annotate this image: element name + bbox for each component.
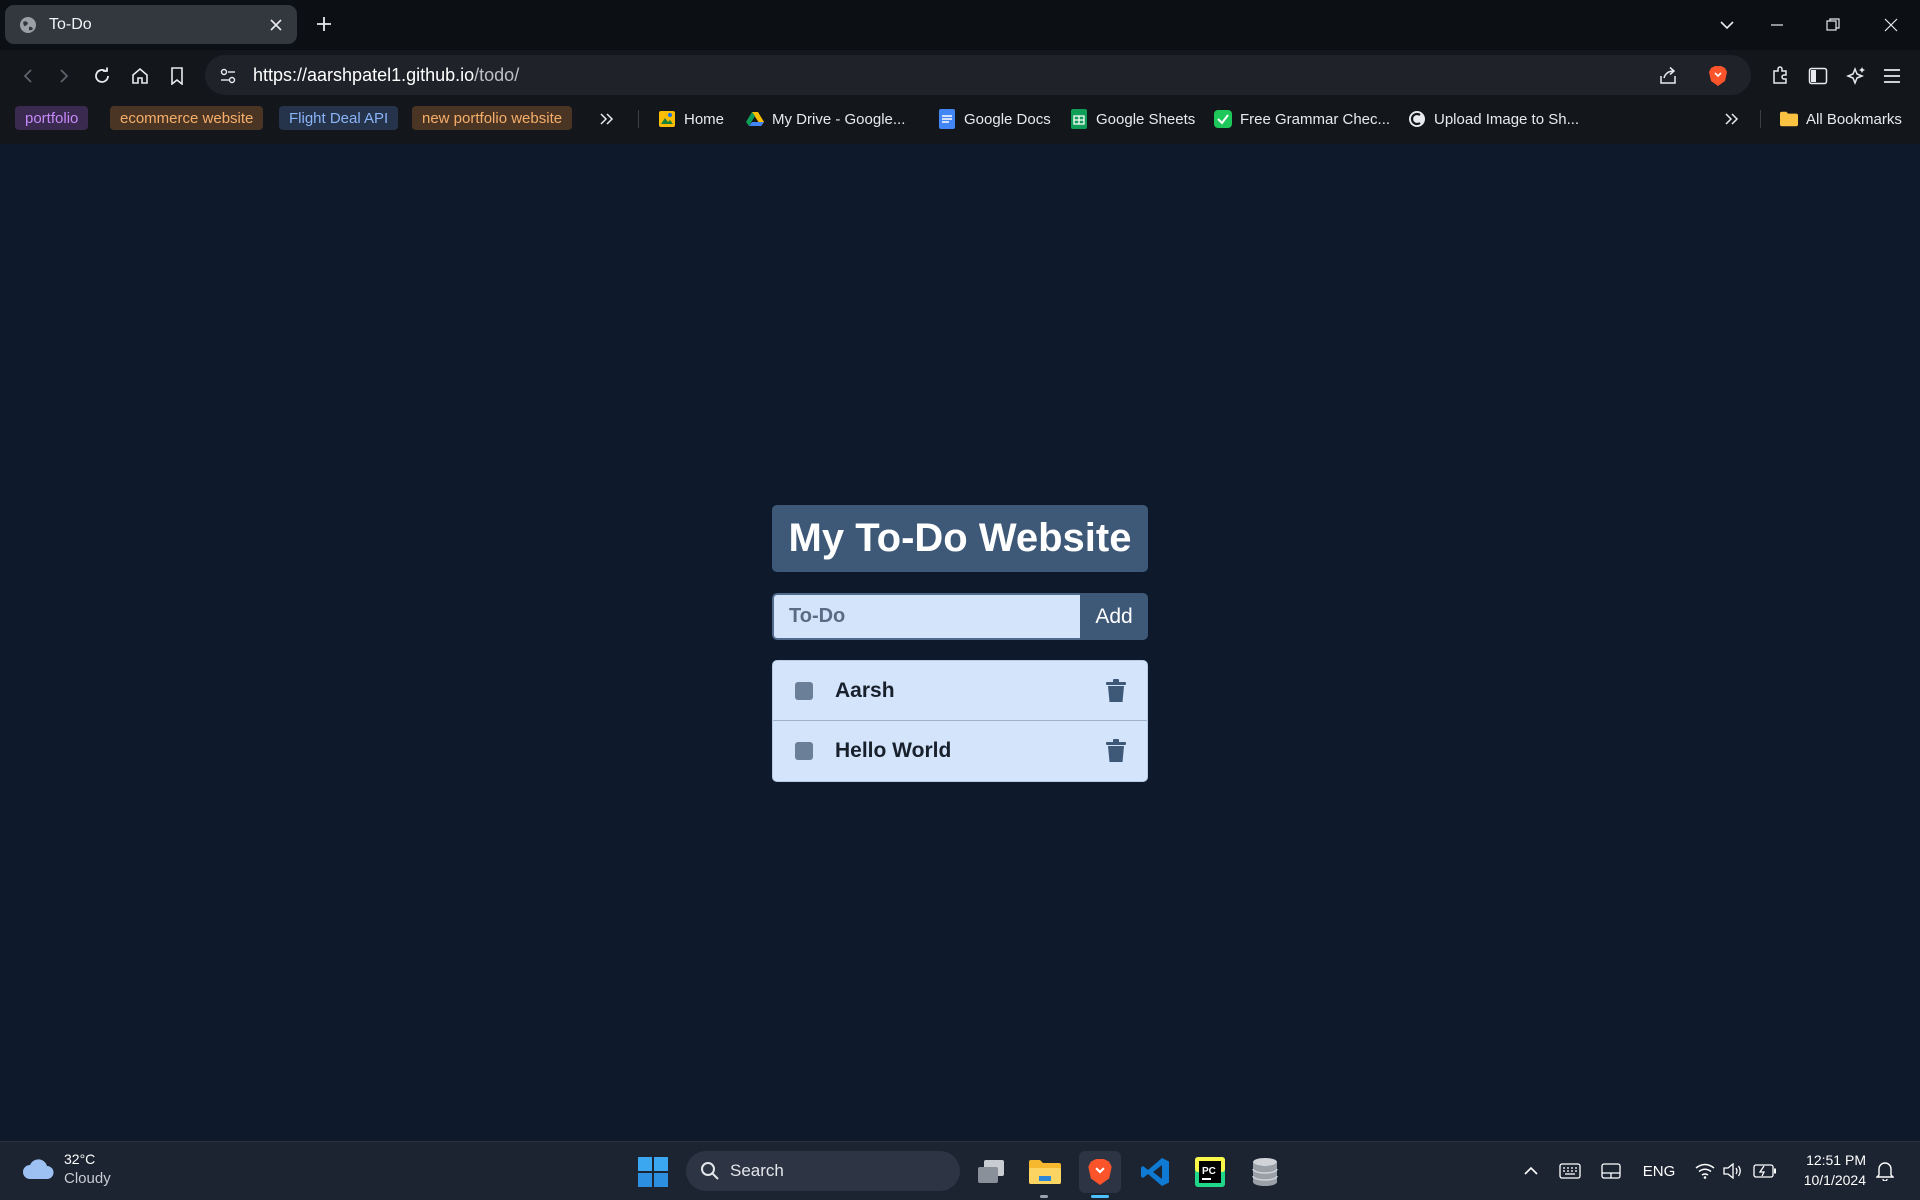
- todo-item: Aarsh: [773, 661, 1147, 721]
- google-drive-icon: [746, 110, 764, 128]
- chevron-up-icon[interactable]: [1520, 1158, 1542, 1184]
- database-icon[interactable]: [1244, 1151, 1286, 1193]
- taskbar: 32°C Cloudy Search PC ENG 12:51 PM 10/1/…: [0, 1141, 1920, 1200]
- battery-icon[interactable]: [1752, 1158, 1778, 1184]
- todo-item: Hello World: [773, 721, 1147, 781]
- tab-strip: To-Do: [0, 0, 1920, 50]
- notification-bell-icon[interactable]: [1874, 1158, 1896, 1184]
- minimize-icon[interactable]: [1762, 10, 1792, 40]
- sidebar-icon[interactable]: [1804, 62, 1832, 90]
- trash-icon[interactable]: [1103, 677, 1129, 705]
- tab-title: To-Do: [49, 15, 92, 33]
- cloud-icon: [22, 1157, 54, 1181]
- upload-image-icon: [1408, 110, 1426, 128]
- bookmark-divider: [1760, 110, 1761, 128]
- restore-icon[interactable]: [1818, 10, 1848, 40]
- todo-input[interactable]: [772, 593, 1080, 640]
- tab-search-chevron-icon[interactable]: [1712, 10, 1742, 40]
- add-button[interactable]: Add: [1080, 593, 1148, 640]
- weather-widget[interactable]: 32°C Cloudy: [22, 1150, 111, 1188]
- active-indicator: [1091, 1195, 1109, 1198]
- forward-icon[interactable]: [50, 62, 78, 90]
- page-viewport: [0, 144, 1920, 1141]
- page-title: My To-Do Website: [788, 516, 1132, 560]
- bookmark-label: Home: [684, 110, 725, 128]
- weather-condition: Cloudy: [64, 1170, 111, 1187]
- globe-icon: [19, 16, 37, 34]
- bookmarks-more-icon[interactable]: [1725, 107, 1739, 131]
- bookmark-icon[interactable]: [163, 62, 191, 90]
- url-text: https://aarshpatel1.github.io/todo/: [253, 64, 520, 85]
- bookmark-divider: [638, 110, 639, 128]
- taskbar-search[interactable]: Search: [686, 1151, 960, 1191]
- clock-date: 10/1/2024: [1803, 1172, 1866, 1188]
- bookmark-label: Upload Image to Sh...: [1434, 110, 1580, 128]
- app-header: My To-Do Website: [772, 505, 1148, 572]
- new-tab-button[interactable]: [312, 12, 336, 36]
- todo-text: Aarsh: [835, 678, 895, 702]
- clock[interactable]: 12:51 PM 10/1/2024: [1792, 1150, 1866, 1190]
- bookmark-label: Google Sheets: [1096, 110, 1196, 128]
- close-tab-icon[interactable]: [267, 16, 285, 34]
- bookmark-home[interactable]: Home: [658, 107, 724, 131]
- volume-icon[interactable]: [1722, 1158, 1744, 1184]
- extensions-icon[interactable]: [1766, 62, 1794, 90]
- browser-toolbar: https://aarshpatel1.github.io/todo/: [0, 50, 1920, 100]
- vscode-icon[interactable]: [1134, 1151, 1176, 1193]
- running-indicator: [1040, 1195, 1048, 1198]
- bookmark-my-drive[interactable]: My Drive - Google...: [746, 107, 905, 131]
- wifi-icon[interactable]: [1694, 1158, 1716, 1184]
- pycharm-icon[interactable]: PC: [1189, 1151, 1231, 1193]
- todo-text: Hello World: [835, 739, 952, 762]
- close-window-icon[interactable]: [1876, 10, 1906, 40]
- bookmarks-overflow-icon[interactable]: [600, 107, 614, 131]
- search-label: Search: [730, 1161, 784, 1180]
- keyboard-icon[interactable]: [1558, 1158, 1582, 1184]
- google-sheets-icon: [1070, 109, 1088, 129]
- all-bookmarks[interactable]: All Bookmarks: [1780, 107, 1902, 131]
- bookmark-label: Free Grammar Chec...: [1240, 110, 1391, 128]
- file-explorer-icon[interactable]: [1024, 1151, 1066, 1193]
- clock-time: 12:51 PM: [1806, 1152, 1866, 1168]
- bookmark-tag-portfolio[interactable]: portfolio: [15, 106, 89, 130]
- search-icon: [700, 1161, 720, 1181]
- leo-ai-icon[interactable]: [1842, 62, 1870, 90]
- bookmark-google-docs[interactable]: Google Docs: [938, 107, 1051, 131]
- address-bar[interactable]: https://aarshpatel1.github.io/todo/: [205, 55, 1751, 95]
- google-docs-icon: [938, 109, 956, 129]
- todo-list: Aarsh Hello World: [772, 660, 1148, 782]
- brave-shields-icon[interactable]: [1707, 65, 1729, 87]
- folder-icon: [1780, 110, 1798, 128]
- todo-checkbox[interactable]: [795, 742, 813, 760]
- bookmark-upload-image[interactable]: Upload Image to Sh...: [1408, 107, 1579, 131]
- reload-icon[interactable]: [88, 62, 116, 90]
- language-indicator[interactable]: ENG: [1641, 1158, 1677, 1184]
- windows-start-icon[interactable]: [632, 1151, 674, 1193]
- menu-icon[interactable]: [1878, 62, 1906, 90]
- share-icon[interactable]: [1657, 65, 1679, 87]
- task-view-icon[interactable]: [970, 1151, 1012, 1193]
- trash-icon[interactable]: [1103, 737, 1129, 765]
- home-icon: [658, 110, 676, 128]
- back-icon[interactable]: [14, 62, 42, 90]
- bookmark-google-sheets[interactable]: Google Sheets: [1070, 107, 1195, 131]
- bookmark-grammar[interactable]: Free Grammar Chec...: [1214, 107, 1390, 131]
- bookmark-label: My Drive - Google...: [772, 110, 906, 128]
- site-settings-icon[interactable]: [217, 65, 239, 87]
- todo-form: Add: [772, 593, 1148, 640]
- touchpad-icon[interactable]: [1599, 1158, 1623, 1184]
- bookmark-tag-ecommerce[interactable]: ecommerce website: [110, 106, 264, 130]
- grammar-check-icon: [1214, 110, 1232, 128]
- svg-text:PC: PC: [1202, 1166, 1216, 1177]
- todo-checkbox[interactable]: [795, 681, 813, 700]
- bookmark-label: All Bookmarks: [1806, 110, 1902, 128]
- weather-temp: 32°C: [64, 1151, 96, 1167]
- bookmark-tag-new-portfolio[interactable]: new portfolio website: [412, 106, 573, 130]
- bookmark-label: Google Docs: [964, 110, 1051, 128]
- brave-browser-icon[interactable]: [1079, 1151, 1121, 1193]
- bookmark-tag-flight-deal[interactable]: Flight Deal API: [279, 106, 399, 130]
- home-button-icon[interactable]: [126, 62, 154, 90]
- tab-todo[interactable]: To-Do: [5, 5, 297, 44]
